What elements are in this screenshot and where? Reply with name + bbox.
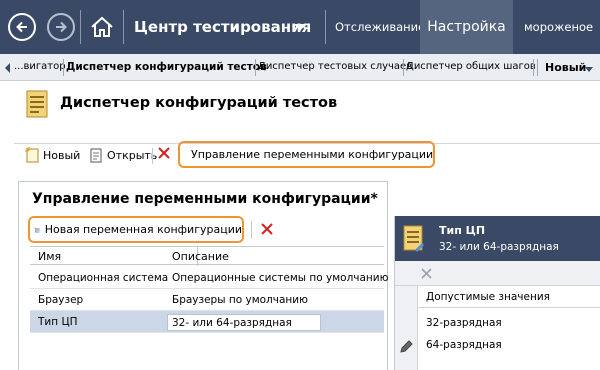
chevron-down-icon[interactable] <box>294 24 306 31</box>
list-item[interactable]: 64-разрядная <box>426 339 502 351</box>
column-header-allowed-values[interactable]: Допустимые значения <box>418 286 600 308</box>
breadcrumb-item-current[interactable]: Диспетчер конфигураций тестов <box>66 61 267 73</box>
page-title: Диспетчер конфигураций тестов <box>60 95 338 111</box>
delete-button[interactable] <box>158 147 170 159</box>
cell-name: Операционная система <box>38 272 169 284</box>
divider <box>533 59 534 76</box>
arrow-right-icon <box>56 21 67 33</box>
top-navigation-bar: Центр тестирования Отслеживание Настройк… <box>0 0 600 54</box>
forward-button[interactable] <box>47 13 75 41</box>
variable-document-icon <box>403 225 425 253</box>
open-document-icon <box>90 148 102 163</box>
divider <box>251 221 252 239</box>
table-header: Имя Описание <box>30 246 384 266</box>
cell-description: Операционные системы по умолчанию <box>172 272 389 284</box>
tab-project[interactable]: мороженое <box>524 0 593 54</box>
open-button[interactable]: Открыть <box>89 147 157 163</box>
column-header-name[interactable]: Имя <box>38 250 61 263</box>
divider <box>80 10 81 44</box>
pencil-icon <box>400 340 413 353</box>
table-row-selected[interactable]: Тип ЦП 32- или 64-разрядная <box>30 311 384 333</box>
open-button-label: Открыть <box>107 148 158 162</box>
divider <box>325 10 326 44</box>
divider <box>63 59 64 76</box>
new-button[interactable]: Новый <box>25 147 80 163</box>
column-header-description[interactable]: Описание <box>172 250 229 263</box>
manage-config-variables-button[interactable]: Управление переменными конфигурации <box>178 141 435 168</box>
cell-description: Браузеры по умолчанию <box>172 294 308 306</box>
row-gutter <box>395 286 417 370</box>
new-document-icon <box>25 147 39 163</box>
breadcrumb-item-shared-steps[interactable]: Диспетчер общих шагов <box>406 61 536 72</box>
delete-x-icon[interactable] <box>261 223 273 235</box>
divider <box>123 10 124 44</box>
variable-details-panel: Тип ЦП 32- или 64-разрядная Допустимые з… <box>394 216 600 370</box>
new-config-variable-button[interactable]: Новая переменная конфигурации <box>28 216 244 243</box>
scroll-left-icon[interactable] <box>5 63 10 73</box>
divider <box>403 59 404 76</box>
back-button[interactable] <box>8 13 36 41</box>
details-title: Тип ЦП <box>439 224 486 237</box>
delete-x-icon <box>158 147 170 159</box>
cell-name: Браузер <box>38 294 84 306</box>
table-row[interactable]: Браузер Браузеры по умолчанию <box>30 289 384 311</box>
new-button-label: Новый <box>43 148 81 162</box>
home-icon[interactable] <box>89 14 115 40</box>
breadcrumb-item-test-cases[interactable]: Диспетчер тестовых случаев <box>258 61 412 72</box>
arrow-left-icon <box>16 21 27 33</box>
new-variable-icon <box>34 226 40 232</box>
hub-title[interactable]: Центр тестирования <box>134 18 311 36</box>
description-edit-field[interactable]: 32- или 64-разрядная <box>167 314 321 331</box>
list-item[interactable]: 32-разрядная <box>426 317 502 329</box>
details-subtitle: 32- или 64-разрядная <box>439 241 559 253</box>
breadcrumb: ...вигатор Диспетчер конфигураций тестов… <box>0 54 600 81</box>
document-icon <box>26 90 48 118</box>
allowed-values-list: Допустимые значения 32-разрядная 64-разр… <box>417 286 600 370</box>
details-header: Тип ЦП 32- или 64-разрядная <box>395 216 600 261</box>
manage-config-variables-label: Управление переменными конфигурации <box>191 148 434 161</box>
divider <box>255 59 256 76</box>
table-row[interactable]: Операционная система Операционные систем… <box>30 267 388 289</box>
divider <box>152 148 153 164</box>
tab-settings[interactable]: Настройка <box>420 0 513 54</box>
section-title: Управление переменными конфигурации* <box>32 191 378 207</box>
divider <box>537 59 538 76</box>
tab-tracking[interactable]: Отслеживание <box>335 0 425 54</box>
delete-x-icon[interactable] <box>421 268 432 279</box>
details-toolbar <box>395 261 600 286</box>
description-edit-value: 32- или 64-разрядная <box>172 317 292 329</box>
new-config-variable-label: Новая переменная конфигурации <box>44 223 242 236</box>
cell-name: Тип ЦП <box>38 316 78 328</box>
new-menu-button[interactable]: Новый <box>545 61 586 74</box>
breadcrumb-item-navigator[interactable]: ...вигатор <box>14 61 66 72</box>
chevron-down-icon[interactable] <box>585 67 593 72</box>
